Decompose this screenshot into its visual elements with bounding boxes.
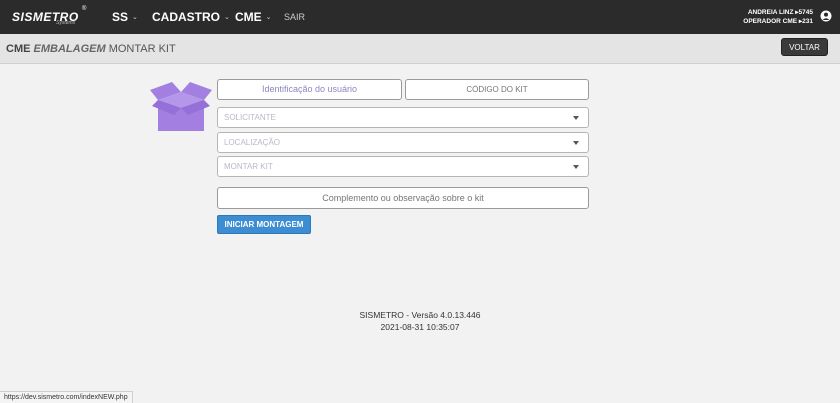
nav-sair-link[interactable]: SAIR xyxy=(284,0,305,34)
user-circle-icon[interactable] xyxy=(820,10,832,22)
title-page: MONTAR KIT xyxy=(108,43,176,55)
nav-menu-cme[interactable]: CME ⌄ xyxy=(235,0,272,34)
page-header-bar: CME EMBALAGEM MONTAR KIT xyxy=(0,34,840,64)
iniciar-montagem-button[interactable]: INICIAR MONTAGEM xyxy=(217,215,311,234)
user-name: ANDREIA LINZ ▸5745 xyxy=(747,9,813,16)
top-navbar: SISMETRO ® Systems SS ⌄ CADASTRO ⌄ CME ⌄… xyxy=(0,0,840,34)
sismetro-logo[interactable]: SISMETRO ® Systems xyxy=(12,6,90,30)
version-footer: SISMETRO - Versão 4.0.13.446 2021-08-31 … xyxy=(0,309,840,333)
status-bar-url: https://dev.sismetro.com/indexNEW.php xyxy=(0,391,133,403)
nav-sair-label: SAIR xyxy=(284,12,306,22)
title-section: EMBALAGEM xyxy=(33,43,106,55)
nav-menu-ss[interactable]: SS ⌄ xyxy=(112,0,138,34)
solicitante-select[interactable]: SOLICITANTE xyxy=(217,107,589,128)
caret-down-icon xyxy=(573,141,579,145)
chevron-down-icon: ⌄ xyxy=(132,14,138,21)
nav-cadastro-label: CADASTRO xyxy=(152,10,220,24)
montar-kit-label: MONTAR KIT xyxy=(224,162,273,171)
nav-menu-cadastro[interactable]: CADASTRO ⌄ xyxy=(152,0,230,34)
chevron-down-icon: ⌄ xyxy=(265,14,272,21)
codigo-kit-input[interactable] xyxy=(405,79,589,100)
chevron-down-icon: ⌄ xyxy=(224,14,230,21)
version-text: SISMETRO - Versão 4.0.13.446 xyxy=(359,310,481,320)
caret-down-icon xyxy=(573,116,579,120)
user-role: OPERADOR CME ▸231 xyxy=(743,18,813,25)
montar-kit-select[interactable]: MONTAR KIT xyxy=(217,156,589,177)
voltar-button[interactable]: VOLTAR xyxy=(781,38,828,56)
page-title: CME EMBALAGEM MONTAR KIT xyxy=(6,43,176,55)
user-info[interactable]: ANDREIA LINZ ▸5745 OPERADOR CME ▸231 xyxy=(743,8,813,26)
logo-registered-mark: ® xyxy=(82,6,87,12)
complemento-input[interactable] xyxy=(217,187,589,209)
nav-ss-label: SS xyxy=(112,10,129,24)
open-box-icon xyxy=(150,82,212,131)
build-datetime: 2021-08-31 10:35:07 xyxy=(380,322,460,332)
caret-down-icon xyxy=(573,165,579,169)
localizacao-select[interactable]: LOCALIZAÇÃO xyxy=(217,132,589,153)
title-module: CME xyxy=(6,43,31,55)
localizacao-label: LOCALIZAÇÃO xyxy=(224,138,281,147)
solicitante-label: SOLICITANTE xyxy=(224,113,276,122)
logo-subtitle: Systems xyxy=(56,20,76,26)
identificacao-usuario-button[interactable]: Identificação do usuário xyxy=(217,79,402,100)
nav-cme-label: CME xyxy=(235,10,262,24)
